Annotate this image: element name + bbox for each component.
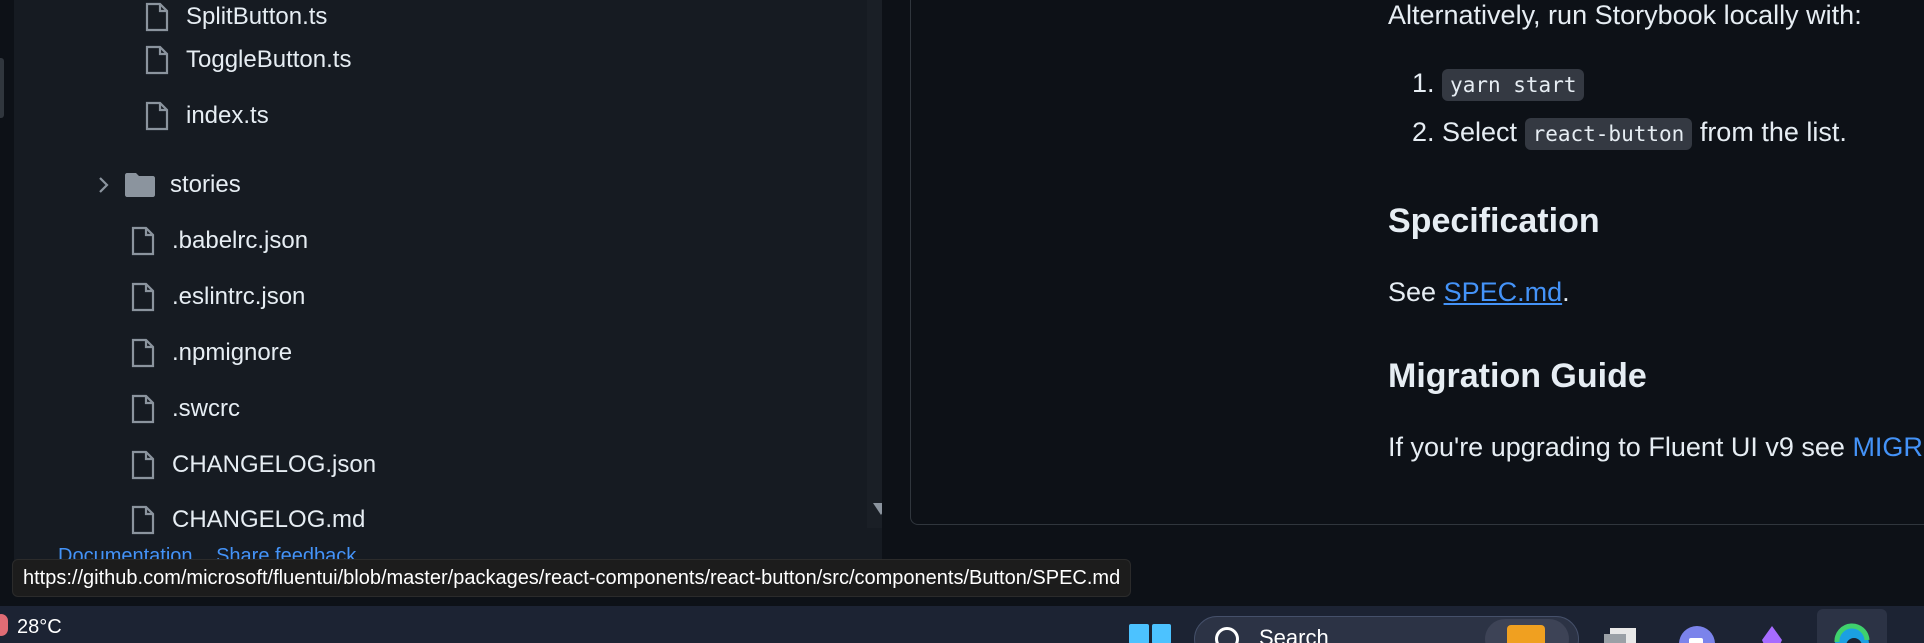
tree-item-label: .swcrc <box>172 395 240 422</box>
weather-temperature[interactable]: 28°C <box>17 616 62 639</box>
taskbar-search[interactable]: Search <box>1194 616 1579 643</box>
documentation-link[interactable]: Documentation <box>58 545 193 560</box>
file-icon <box>130 226 156 256</box>
step-2-suffix: from the list. <box>1699 117 1847 147</box>
left-edge <box>0 0 14 560</box>
share-feedback-link[interactable]: Share feedback <box>216 545 356 560</box>
tree-item-file[interactable]: SplitButton.ts <box>144 0 327 37</box>
spec-paragraph: See SPEC.md. <box>1388 277 1570 308</box>
tree-item-file[interactable]: .swcrc <box>130 389 240 429</box>
chevron-right-icon[interactable] <box>92 174 114 196</box>
migration-paragraph: If you're upgrading to Fluent UI v9 see … <box>1388 432 1923 463</box>
edge-browser-icon[interactable] <box>1832 622 1870 643</box>
spec-suffix: . <box>1562 277 1570 307</box>
tree-item-label: CHANGELOG.md <box>172 506 366 533</box>
file-tree-sidebar: SplitButton.ts ToggleButton.ts index.ts … <box>14 0 882 560</box>
file-icon <box>144 101 170 131</box>
search-highlight-icon <box>1485 619 1569 643</box>
step-1: 1. yarn start <box>1412 68 1585 101</box>
file-icon <box>130 394 156 424</box>
folder-icon <box>124 172 156 198</box>
tree-item-file[interactable]: CHANGELOG.json <box>130 445 376 485</box>
readme-pane: Alternatively, run Storybook locally wit… <box>890 0 1924 560</box>
step-1-number: 1. <box>1412 68 1435 98</box>
code-yarn-start: yarn start <box>1442 69 1585 101</box>
tree-item-file[interactable]: .eslintrc.json <box>130 277 305 317</box>
tree-item-label: SplitButton.ts <box>186 3 328 30</box>
file-icon <box>130 282 156 312</box>
tree-item-label: ToggleButton.ts <box>186 46 352 73</box>
migration-text: If you're upgrading to Fluent UI v9 see <box>1388 432 1845 462</box>
scroll-down-arrow-icon[interactable] <box>873 503 882 515</box>
file-icon <box>144 45 170 75</box>
taskbar: 28°C Search <box>0 606 1924 643</box>
step-2-text: 2. Select <box>1412 117 1518 147</box>
tree-item-file[interactable]: .babelrc.json <box>130 221 308 261</box>
tree-item-label: .babelrc.json <box>172 227 309 254</box>
tree-item-label: CHANGELOG.json <box>172 451 377 478</box>
tree-item-label: stories <box>170 171 241 198</box>
file-icon <box>144 2 170 32</box>
search-label: Search <box>1259 625 1329 643</box>
spec-prefix: See <box>1388 277 1437 307</box>
task-view-icon[interactable] <box>1602 622 1638 643</box>
migration-link[interactable]: MIGR <box>1852 432 1923 462</box>
file-icon <box>130 505 156 535</box>
tree-item-label: .eslintrc.json <box>172 283 306 310</box>
weather-icon[interactable] <box>0 614 8 636</box>
tree-item-file[interactable]: .npmignore <box>130 333 292 373</box>
readme-intro: Alternatively, run Storybook locally wit… <box>1388 0 1862 30</box>
heading-specification: Specification <box>1388 202 1600 240</box>
file-icon <box>130 338 156 368</box>
sidebar-scrollbar[interactable] <box>867 0 882 528</box>
sidebar-footer: Documentation Share feedback <box>58 545 374 560</box>
pane-divider[interactable] <box>882 0 890 560</box>
tree-item-label: index.ts <box>186 102 269 129</box>
edge-handle[interactable] <box>0 58 4 118</box>
windows-start-icon[interactable] <box>1129 624 1171 643</box>
heading-migration-guide: Migration Guide <box>1388 357 1647 395</box>
tree-item-file[interactable]: CHANGELOG.md <box>130 500 365 540</box>
tree-item-folder[interactable]: stories <box>92 165 241 205</box>
search-icon <box>1215 627 1239 643</box>
link-status-url: https://github.com/microsoft/fluentui/bl… <box>12 559 1132 597</box>
step-2: 2. Select react-button from the list. <box>1412 117 1847 150</box>
code-react-button: react-button <box>1524 118 1693 150</box>
tree-item-label: .npmignore <box>172 339 293 366</box>
spec-md-link[interactable]: SPEC.md <box>1444 277 1563 307</box>
copilot-icon[interactable] <box>1757 622 1793 643</box>
teams-chat-icon[interactable] <box>1677 622 1715 643</box>
file-icon <box>130 450 156 480</box>
tree-item-file[interactable]: index.ts <box>144 96 269 136</box>
tree-item-file[interactable]: ToggleButton.ts <box>144 40 351 80</box>
